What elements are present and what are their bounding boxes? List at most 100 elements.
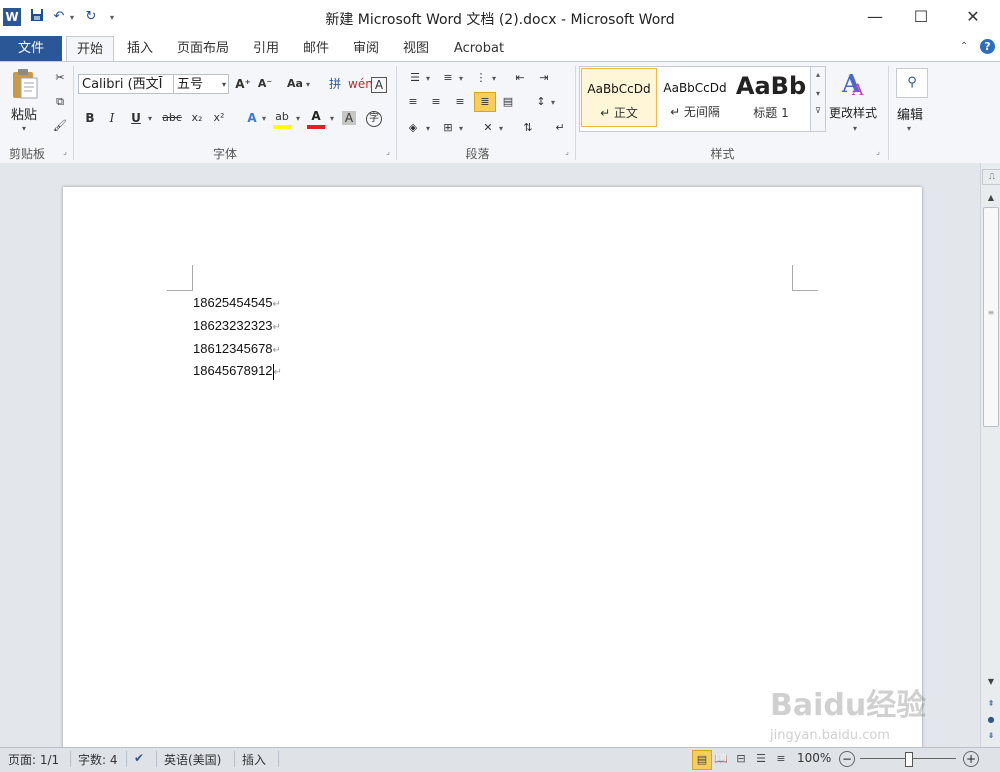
previous-page-icon[interactable]: ⇞: [982, 697, 1000, 711]
align-left-icon[interactable]: ≡: [403, 92, 423, 112]
insert-mode[interactable]: 插入: [242, 751, 266, 768]
font-color-dropdown-icon[interactable]: ▾: [330, 114, 334, 123]
bullets-dropdown-icon[interactable]: ▾: [426, 74, 430, 83]
vertical-scrollbar[interactable]: ⎍ ▲ ≡ ▼ ⇞ ● ⇟: [980, 163, 1000, 747]
change-case-button[interactable]: Aa: [285, 74, 305, 94]
print-layout-icon[interactable]: ▤: [692, 750, 712, 770]
zoom-level[interactable]: 100%: [797, 751, 831, 765]
styles-scroll[interactable]: ▴ ▾ ⊽: [810, 66, 826, 132]
paste-dropdown-icon[interactable]: ▾: [22, 124, 26, 133]
tab-home[interactable]: 开始: [66, 36, 114, 62]
chinese-layout-icon[interactable]: ✕: [478, 118, 498, 138]
pinyin-guide-icon[interactable]: 拼: [325, 74, 345, 94]
close-button[interactable]: ✕: [950, 0, 996, 34]
underline-dropdown-icon[interactable]: ▾: [148, 114, 152, 123]
more-icon[interactable]: ⊽: [811, 106, 825, 115]
tab-references[interactable]: 引用: [244, 36, 288, 61]
paragraph-launcher-icon[interactable]: ⌟: [562, 147, 572, 157]
scroll-up-icon[interactable]: ▲: [982, 191, 1000, 205]
tab-mailings[interactable]: 邮件: [294, 36, 338, 61]
editing-dropdown-icon[interactable]: ▾: [907, 124, 911, 133]
tab-insert[interactable]: 插入: [118, 36, 162, 61]
binoculars-icon[interactable]: ⚲: [896, 68, 928, 98]
superscript-button[interactable]: x²: [209, 108, 229, 128]
full-screen-reading-icon[interactable]: 📖: [712, 750, 730, 768]
char-border-icon[interactable]: A: [371, 77, 387, 93]
tab-page-layout[interactable]: 页面布局: [170, 36, 236, 61]
tab-file[interactable]: 文件: [0, 36, 62, 61]
zoom-slider-thumb[interactable]: [905, 752, 913, 767]
chinese-layout-dropdown-icon[interactable]: ▾: [499, 124, 503, 133]
style-heading-1[interactable]: AaBb 标题 1: [733, 68, 809, 126]
ruler-toggle-icon[interactable]: ⎍: [982, 169, 1000, 185]
char-shading-icon[interactable]: A: [342, 111, 356, 125]
document-line[interactable]: 18612345678↵: [193, 341, 281, 356]
change-styles-button[interactable]: 更改样式: [829, 104, 877, 121]
browse-object-icon[interactable]: ●: [982, 713, 1000, 727]
web-layout-icon[interactable]: ⊟: [732, 750, 750, 768]
styles-launcher-icon[interactable]: ⌟: [873, 147, 883, 157]
change-case-dropdown-icon[interactable]: ▾: [306, 80, 310, 89]
minimize-ribbon-icon[interactable]: ⌃: [960, 41, 968, 52]
scroll-down-icon[interactable]: ▼: [982, 675, 1000, 689]
chevron-down-icon[interactable]: ▾: [222, 75, 226, 95]
shading-icon[interactable]: ◈: [403, 118, 423, 138]
font-size-combo[interactable]: 五号 ▾: [173, 74, 229, 94]
multilevel-dropdown-icon[interactable]: ▾: [492, 74, 496, 83]
language-indicator[interactable]: 英语(美国): [164, 751, 221, 768]
text-effects-dropdown-icon[interactable]: ▾: [262, 114, 266, 123]
draft-icon[interactable]: ≡: [772, 750, 790, 768]
font-name-combo[interactable]: Calibri (西文Ī: [78, 74, 174, 94]
change-styles-icon[interactable]: AA: [840, 68, 872, 100]
distributed-icon[interactable]: ▤: [498, 92, 518, 112]
tab-acrobat[interactable]: Acrobat: [446, 36, 512, 61]
chevron-up-icon[interactable]: ▴: [811, 70, 825, 79]
editing-button[interactable]: 编辑: [897, 104, 923, 123]
align-right-icon[interactable]: ≡: [450, 92, 470, 112]
tab-view[interactable]: 视图: [394, 36, 438, 61]
numbering-icon[interactable]: ≡: [438, 68, 458, 88]
strikethrough-button[interactable]: abc: [162, 108, 182, 128]
sort-icon[interactable]: ⇅: [518, 118, 538, 138]
help-icon[interactable]: ?: [980, 39, 995, 54]
borders-icon[interactable]: ⊞: [438, 118, 458, 138]
grow-font-button[interactable]: A⁺: [233, 74, 253, 94]
show-marks-icon[interactable]: ↵: [550, 118, 570, 138]
paste-button[interactable]: 粘贴: [11, 104, 37, 123]
style-normal[interactable]: AaBbCcDd ↵ 正文: [581, 68, 657, 127]
highlight-icon[interactable]: ab: [272, 106, 292, 126]
bold-button[interactable]: B: [80, 108, 100, 128]
italic-button[interactable]: I: [102, 108, 122, 128]
minimize-button[interactable]: —: [852, 0, 898, 34]
copy-icon[interactable]: ⧉: [50, 92, 70, 112]
enclose-char-icon[interactable]: 字: [366, 111, 382, 127]
maximize-button[interactable]: ☐: [898, 0, 944, 34]
highlight-dropdown-icon[interactable]: ▾: [296, 114, 300, 123]
tab-review[interactable]: 审阅: [344, 36, 388, 61]
enclose-chars-icon[interactable]: wén: [348, 74, 373, 94]
next-page-icon[interactable]: ⇟: [982, 729, 1000, 743]
font-launcher-icon[interactable]: ⌟: [383, 147, 393, 157]
document-line[interactable]: 18623232323↵: [193, 318, 281, 333]
shading-dropdown-icon[interactable]: ▾: [426, 124, 430, 133]
zoom-out-icon[interactable]: −: [839, 751, 855, 767]
borders-dropdown-icon[interactable]: ▾: [459, 124, 463, 133]
document-line[interactable]: 18625454545↵: [193, 295, 281, 310]
font-color-icon[interactable]: A: [306, 106, 326, 126]
multilevel-list-icon[interactable]: ⋮: [471, 68, 491, 88]
justify-icon[interactable]: ≣: [474, 92, 496, 112]
document-line[interactable]: 18645678912↵: [193, 363, 282, 380]
clipboard-launcher-icon[interactable]: ⌟: [60, 147, 70, 157]
style-no-spacing[interactable]: AaBbCcDd ↵ 无间隔: [657, 68, 733, 126]
scroll-thumb[interactable]: ≡: [983, 207, 999, 427]
paste-icon[interactable]: [10, 68, 42, 102]
word-count[interactable]: 字数: 4: [78, 751, 118, 768]
change-styles-dropdown-icon[interactable]: ▾: [853, 124, 857, 133]
shrink-font-button[interactable]: A⁻: [255, 74, 275, 94]
align-center-icon[interactable]: ≡: [426, 92, 446, 112]
cut-icon[interactable]: ✂: [50, 68, 70, 88]
zoom-in-icon[interactable]: +: [963, 751, 979, 767]
increase-indent-icon[interactable]: ⇥: [534, 68, 554, 88]
subscript-button[interactable]: x₂: [187, 108, 207, 128]
text-effects-icon[interactable]: A: [242, 108, 262, 128]
